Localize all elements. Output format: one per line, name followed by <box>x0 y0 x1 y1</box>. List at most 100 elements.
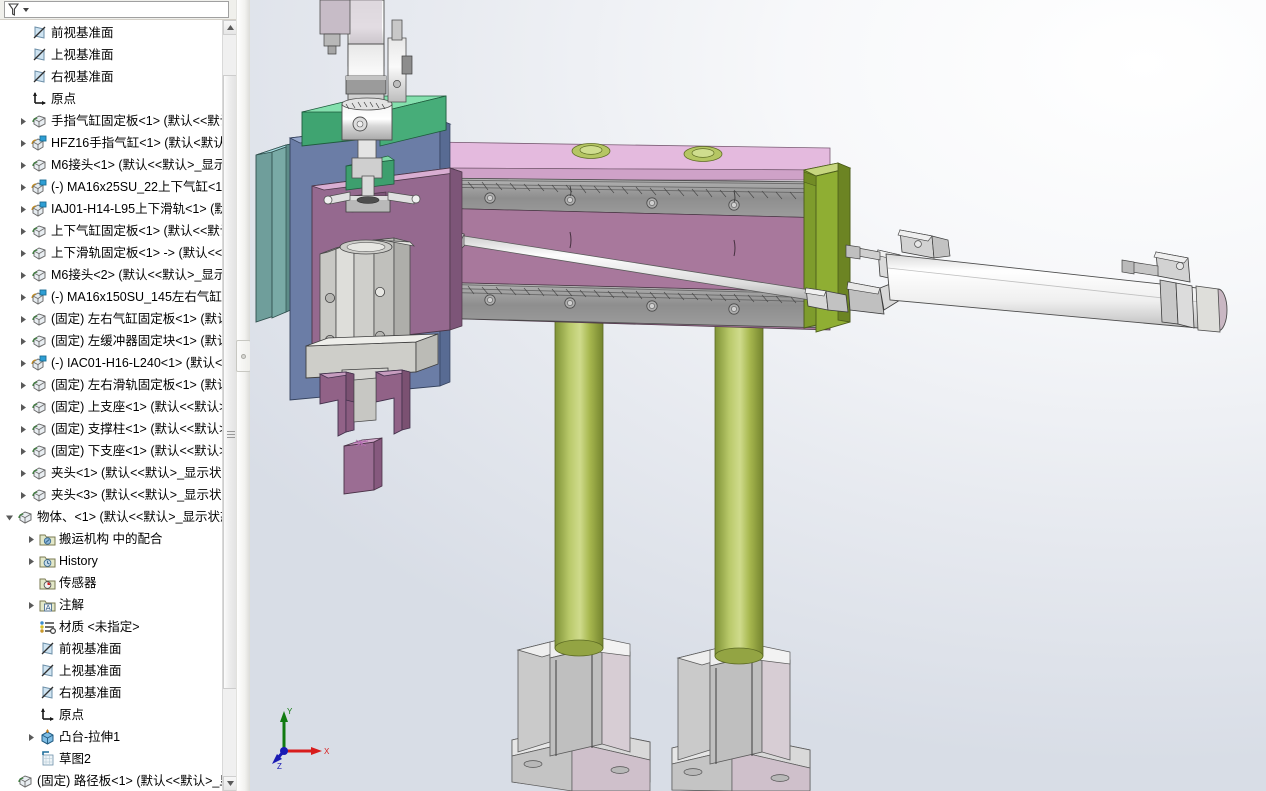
chevron-down-icon[interactable] <box>23 7 29 12</box>
tree-item[interactable]: 夹头<3> (默认<<默认>_显示状态 <box>0 484 236 506</box>
tree-item[interactable]: 凸台-拉伸1 <box>0 726 236 748</box>
expander-expand-icon[interactable] <box>16 330 30 352</box>
part-icon <box>30 332 48 350</box>
expander-expand-icon[interactable] <box>16 264 30 286</box>
expander-collapse-icon[interactable] <box>2 506 16 528</box>
scroll-down-button[interactable] <box>223 776 237 791</box>
tree-item[interactable]: 上视基准面 <box>0 44 236 66</box>
expander-expand-icon[interactable] <box>16 198 30 220</box>
tree-item[interactable]: 右视基准面 <box>0 66 236 88</box>
expander-expand-icon[interactable] <box>16 286 30 308</box>
tree-item[interactable]: 传感器 <box>0 572 236 594</box>
part-icon <box>30 442 48 460</box>
expander-expand-icon[interactable] <box>16 352 30 374</box>
expander-placeholder <box>24 682 38 704</box>
subassembly-icon <box>30 134 48 152</box>
tree-item[interactable]: (固定) 左右滑轨固定板<1> (默认<<默认> <box>0 374 236 396</box>
tree-item[interactable]: 上视基准面 <box>0 660 236 682</box>
plane-icon <box>30 46 48 64</box>
tree-item[interactable]: (固定) 支撑柱<1> (默认<<默认>_显示状态 <box>0 418 236 440</box>
tree-item[interactable]: 材质 <未指定> <box>0 616 236 638</box>
tree-item[interactable]: 上下滑轨固定板<1> -> (默认<<默认>_显 <box>0 242 236 264</box>
tree-item[interactable]: (固定) 左右气缸固定板<1> (默认<<默认> <box>0 308 236 330</box>
expander-expand-icon[interactable] <box>16 418 30 440</box>
cad-assembly-model[interactable] <box>250 0 1266 791</box>
expander-expand-icon[interactable] <box>16 132 30 154</box>
plane-icon <box>38 684 56 702</box>
tree-item[interactable]: M6接头<1> (默认<<默认>_显示状态 <box>0 154 236 176</box>
tree-item[interactable]: 物体、<1> (默认<<默认>_显示状态 <box>0 506 236 528</box>
plane-icon <box>30 24 48 42</box>
tree-item[interactable]: 前视基准面 <box>0 638 236 660</box>
tree-item-label: 原点 <box>51 92 77 106</box>
tree-item[interactable]: A 注解 <box>0 594 236 616</box>
part-icon <box>30 112 48 130</box>
tree-item[interactable]: 原点 <box>0 704 236 726</box>
graphics-viewport[interactable]: Y X Z <box>250 0 1266 791</box>
part-icon <box>30 222 48 240</box>
tree-item[interactable]: 右视基准面 <box>0 682 236 704</box>
part-icon <box>30 376 48 394</box>
feature-tree-scroll-area[interactable]: 前视基准面 上视基准面 右视基准面 原点 手指气缸固定板<1> (默认<<默认>… <box>0 20 236 791</box>
tree-item[interactable]: 搬运机构 中的配合 <box>0 528 236 550</box>
expander-expand-icon[interactable] <box>24 550 38 572</box>
scrollbar-grip-icon <box>227 431 235 440</box>
tree-item-label: (-) IAC01-H16-L240<1> (默认<默认>_显示 <box>51 356 236 370</box>
expander-placeholder <box>2 770 16 791</box>
expander-expand-icon[interactable] <box>16 374 30 396</box>
tree-item-label: (固定) 下支座<1> (默认<<默认>_显示状态 <box>51 444 236 458</box>
tree-item[interactable]: (固定) 路径板<1> (默认<<默认>_显示状 <box>0 770 236 791</box>
tree-item[interactable]: IAJ01-H14-L95上下滑轨<1> (默认<默认 <box>0 198 236 220</box>
expander-expand-icon[interactable] <box>16 154 30 176</box>
expander-expand-icon[interactable] <box>24 726 38 748</box>
tree-item-label: 右视基准面 <box>51 70 114 84</box>
tree-item-label: History <box>59 554 98 568</box>
expander-expand-icon[interactable] <box>16 220 30 242</box>
tree-item[interactable]: (-) MA16x25SU_22上下气缸<1> (默认 <box>0 176 236 198</box>
feature-tree-filter-bar <box>0 0 250 20</box>
tree-item[interactable]: History <box>0 550 236 572</box>
expander-placeholder <box>16 44 30 66</box>
tree-item-label: 手指气缸固定板<1> (默认<<默认>_显示状态 <box>51 114 236 128</box>
expander-expand-icon[interactable] <box>16 176 30 198</box>
expander-expand-icon[interactable] <box>16 440 30 462</box>
expander-expand-icon[interactable] <box>16 396 30 418</box>
extrude-boss-icon <box>38 728 56 746</box>
expander-expand-icon[interactable] <box>24 528 38 550</box>
feature-tree: 前视基准面 上视基准面 右视基准面 原点 手指气缸固定板<1> (默认<<默认>… <box>0 20 236 791</box>
feature-tree-filter-input[interactable] <box>4 1 229 18</box>
tree-item[interactable]: 夹头<1> (默认<<默认>_显示状态 <box>0 462 236 484</box>
tree-item[interactable]: (-) MA16x150SU_145左右气缸<1> (默认 <box>0 286 236 308</box>
tree-item-label: 夹头<1> (默认<<默认>_显示状态 <box>51 466 235 480</box>
tree-item[interactable]: (-) IAC01-H16-L240<1> (默认<默认>_显示 <box>0 352 236 374</box>
expander-expand-icon[interactable] <box>16 484 30 506</box>
panel-splitter[interactable] <box>236 0 251 791</box>
triad-z-label: Z <box>277 762 282 771</box>
expander-expand-icon[interactable] <box>16 308 30 330</box>
expander-expand-icon[interactable] <box>16 110 30 132</box>
solidworks-window: 前视基准面 上视基准面 右视基准面 原点 手指气缸固定板<1> (默认<<默认>… <box>0 0 1266 791</box>
tree-item[interactable]: 上下气缸固定板<1> (默认<<默认>_显示 <box>0 220 236 242</box>
expander-expand-icon[interactable] <box>16 242 30 264</box>
feature-manager-panel: 前视基准面 上视基准面 右视基准面 原点 手指气缸固定板<1> (默认<<默认>… <box>0 0 251 791</box>
scrollbar-thumb[interactable] <box>223 75 237 689</box>
tree-item[interactable]: (固定) 左缓冲器固定块<1> (默认<<默认> <box>0 330 236 352</box>
tree-item-label: M6接头<2> (默认<<默认>_显示状态 <box>51 268 236 282</box>
splitter-handle-icon[interactable] <box>236 340 251 372</box>
tree-item[interactable]: 草图2 <box>0 748 236 770</box>
tree-item[interactable]: 前视基准面 <box>0 22 236 44</box>
tree-item[interactable]: (固定) 上支座<1> (默认<<默认>_显示状态 <box>0 396 236 418</box>
tree-item[interactable]: HFZ16手指气缸<1> (默认<默认_显示状态 <box>0 132 236 154</box>
tree-item-label: (固定) 左缓冲器固定块<1> (默认<<默认> <box>51 334 236 348</box>
tree-item[interactable]: 原点 <box>0 88 236 110</box>
feature-tree-scrollbar[interactable] <box>222 20 237 791</box>
tree-item-label: (-) MA16x150SU_145左右气缸<1> (默认 <box>51 290 236 304</box>
scroll-up-button[interactable] <box>223 20 237 35</box>
part-icon <box>30 464 48 482</box>
expander-expand-icon[interactable] <box>16 462 30 484</box>
tree-item[interactable]: (固定) 下支座<1> (默认<<默认>_显示状态 <box>0 440 236 462</box>
tree-item[interactable]: M6接头<2> (默认<<默认>_显示状态 <box>0 264 236 286</box>
tree-item[interactable]: 手指气缸固定板<1> (默认<<默认>_显示状态 <box>0 110 236 132</box>
svg-text:A: A <box>45 603 50 612</box>
expander-expand-icon[interactable] <box>24 594 38 616</box>
